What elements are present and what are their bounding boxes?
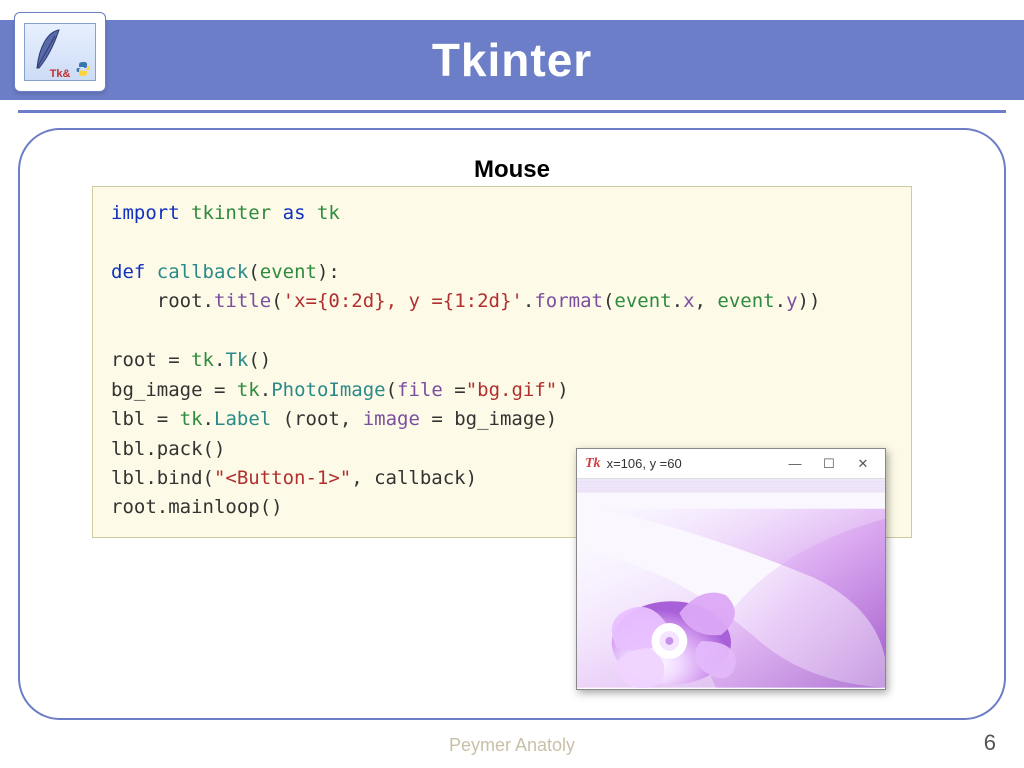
tk-icon: Tk <box>585 456 601 472</box>
mid: = <box>443 379 466 401</box>
var-lbl: lbl <box>111 408 145 430</box>
root-obj: root <box>157 290 203 312</box>
dot2: . <box>523 290 534 312</box>
python-icon <box>75 61 91 77</box>
arg-event2: event <box>717 290 774 312</box>
line-bind-pre: lbl.bind( <box>111 467 214 489</box>
method-title: title <box>214 290 271 312</box>
rest2: = bg_image) <box>420 408 557 430</box>
open2: ( <box>603 290 614 312</box>
dot4: . <box>775 290 786 312</box>
paren-close: ): <box>317 261 340 283</box>
cls-label: Label <box>214 408 271 430</box>
minimize-icon[interactable]: — <box>787 456 803 471</box>
fn-callback: callback <box>157 261 249 283</box>
comma: , <box>695 290 718 312</box>
call: () <box>248 349 271 371</box>
line-bind-post: , callback) <box>351 467 477 489</box>
method-format: format <box>534 290 603 312</box>
tk-titlebar[interactable]: Tk x=106, y =60 — ☐ ✕ <box>577 449 885 479</box>
close: ) <box>557 379 568 401</box>
dot3: . <box>672 290 683 312</box>
eq: = <box>203 379 237 401</box>
page-number: 6 <box>984 730 996 756</box>
cls-tk: Tk <box>225 349 248 371</box>
indent <box>111 290 157 312</box>
mod-tk2: tk <box>237 379 260 401</box>
logo-box: Tk& <box>14 12 106 92</box>
mod-tkinter: tkinter <box>191 202 271 224</box>
line-pack: lbl.pack() <box>111 438 225 460</box>
footer-author: Peymer Anatoly <box>449 735 575 756</box>
arg-event1: event <box>614 290 671 312</box>
eq: = <box>145 408 179 430</box>
cls-photoimage: PhotoImage <box>271 379 385 401</box>
attr-y: y <box>786 290 797 312</box>
mod-tk: tk <box>191 349 214 371</box>
tk-window-title: x=106, y =60 <box>607 456 682 471</box>
kw-def: def <box>111 261 145 283</box>
kw-as: as <box>283 202 306 224</box>
param-event: event <box>260 261 317 283</box>
header-title: Tkinter <box>432 33 592 87</box>
header-bar: Tkinter <box>0 20 1024 100</box>
kw-import: import <box>111 202 180 224</box>
window-controls: — ☐ ✕ <box>787 456 879 472</box>
slide: Tkinter Tk& Mouse import tkinter as tk d… <box>0 0 1024 768</box>
tk-demo-window: Tk x=106, y =60 — ☐ ✕ <box>576 448 886 690</box>
open: ( <box>271 290 282 312</box>
subtitle: Mouse <box>446 150 578 190</box>
flower-image <box>577 479 885 688</box>
kw-image: image <box>363 408 420 430</box>
dot: . <box>214 349 225 371</box>
line-mainloop: root.mainloop() <box>111 496 283 518</box>
str-bggif: "bg.gif" <box>466 379 558 401</box>
kw-file: file <box>397 379 443 401</box>
tk-canvas[interactable] <box>577 479 885 689</box>
alias-tk: tk <box>317 202 340 224</box>
paren: ( <box>248 261 259 283</box>
eq: = <box>157 349 191 371</box>
str-button1: "<Button-1>" <box>214 467 351 489</box>
str-format: 'x={0:2d}, y ={1:2d}' <box>283 290 523 312</box>
attr-x: x <box>683 290 694 312</box>
close-icon[interactable]: ✕ <box>855 456 871 472</box>
var-root: root <box>111 349 157 371</box>
feather-icon <box>33 28 63 70</box>
var-bgimage: bg_image <box>111 379 203 401</box>
close: )) <box>798 290 821 312</box>
logo-inner: Tk& <box>24 23 96 81</box>
maximize-icon[interactable]: ☐ <box>821 456 837 472</box>
rest1: (root, <box>271 408 363 430</box>
open: ( <box>386 379 397 401</box>
header-underline <box>18 110 1006 113</box>
dot: . <box>203 408 214 430</box>
dot: . <box>260 379 271 401</box>
mod-tk3: tk <box>180 408 203 430</box>
dot: . <box>203 290 214 312</box>
